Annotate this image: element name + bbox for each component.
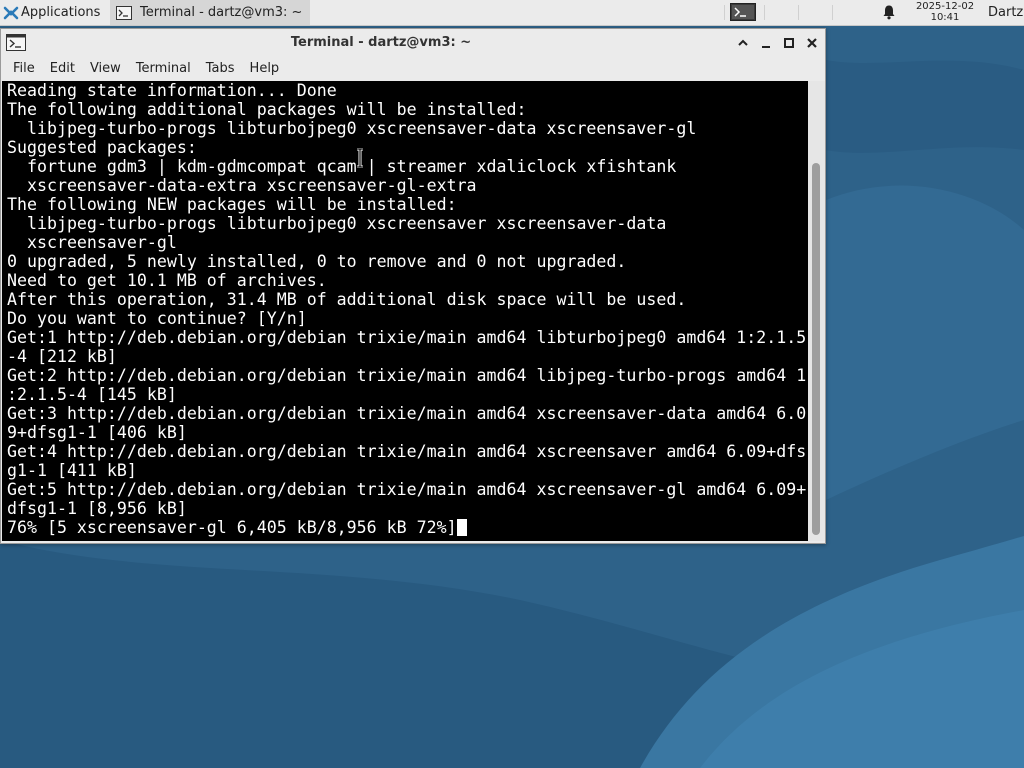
- user-menu-label[interactable]: Dartz: [988, 0, 1023, 25]
- terminal-line: Get:4 http://deb.debian.org/debian trixi…: [7, 442, 807, 461]
- terminal-text: Reading state information... Done The fo…: [2, 81, 808, 537]
- applications-icon: [3, 6, 19, 19]
- terminal-scrollbar[interactable]: [808, 81, 825, 541]
- terminal-line: Need to get 10.1 MB of archives.: [7, 271, 327, 290]
- window-title: Terminal - dartz@vm3: ~: [290, 35, 472, 50]
- panel-separator: [764, 5, 765, 20]
- terminal-line: libjpeg-turbo-progs libturbojpeg0 xscree…: [7, 214, 667, 233]
- applications-label: Applications: [21, 5, 101, 20]
- terminal-line: After this operation, 31.4 MB of additio…: [7, 290, 687, 309]
- maximize-icon[interactable]: [782, 36, 796, 50]
- top-panel: Applications Terminal - dartz@vm3: ~ 202…: [0, 0, 1024, 26]
- terminal-line: Reading state information... Done: [7, 81, 337, 100]
- terminal-icon: [116, 5, 132, 20]
- maximize-up-icon[interactable]: [736, 36, 750, 50]
- taskbar-terminal-label: Terminal - dartz@vm3: ~: [140, 5, 303, 20]
- menu-terminal[interactable]: Terminal: [124, 57, 198, 81]
- window-titlebar[interactable]: Terminal - dartz@vm3: ~: [1, 29, 825, 57]
- panel-separator: [724, 5, 725, 20]
- terminal-line: xscreensaver-gl: [7, 233, 177, 252]
- terminal-line: Get:3 http://deb.debian.org/debian trixi…: [7, 404, 807, 423]
- menu-view[interactable]: View: [78, 57, 128, 81]
- terminal-line: g1-1 [411 kB]: [7, 461, 137, 480]
- terminal-launcher-button[interactable]: [729, 2, 757, 22]
- terminal-window: Terminal - dartz@vm3: ~ File Edit View T…: [0, 28, 826, 544]
- terminal-line: Get:5 http://deb.debian.org/debian trixi…: [7, 480, 807, 499]
- terminal-progress-line: 76% [5 xscreensaver-gl 6,405 kB/8,956 kB…: [7, 518, 457, 537]
- applications-menu-button[interactable]: Applications: [0, 0, 100, 25]
- minimize-icon[interactable]: [759, 36, 773, 50]
- terminal-cursor: [456, 519, 467, 536]
- bell-icon[interactable]: [881, 4, 897, 20]
- menu-help[interactable]: Help: [238, 57, 287, 81]
- terminal-line: libjpeg-turbo-progs libturbojpeg0 xscree…: [7, 119, 697, 138]
- terminal-output[interactable]: Reading state information... Done The fo…: [2, 81, 808, 541]
- terminal-line: Suggested packages:: [7, 138, 197, 157]
- clock-date: 2025-12-02: [915, 1, 975, 12]
- terminal-line: Do you want to continue? [Y/n]: [7, 309, 307, 328]
- terminal-line: :2.1.5-4 [145 kB]: [7, 385, 177, 404]
- terminal-line: 9+dfsg1-1 [406 kB]: [7, 423, 187, 442]
- terminal-launcher-icon: [730, 3, 756, 21]
- taskbar-terminal-button[interactable]: Terminal - dartz@vm3: ~: [110, 0, 310, 25]
- terminal-line: The following NEW packages will be insta…: [7, 195, 457, 214]
- menu-edit[interactable]: Edit: [38, 57, 82, 81]
- panel-separator: [832, 5, 833, 20]
- terminal-line: 0 upgraded, 5 newly installed, 0 to remo…: [7, 252, 627, 271]
- menu-bar: File Edit View Terminal Tabs Help: [1, 57, 825, 81]
- terminal-line: xscreensaver-data-extra xscreensaver-gl-…: [7, 176, 477, 195]
- terminal-line: -4 [212 kB]: [7, 347, 117, 366]
- terminal-line: dfsg1-1 [8,956 kB]: [7, 499, 187, 518]
- menu-file[interactable]: File: [1, 57, 42, 81]
- menu-tabs[interactable]: Tabs: [194, 57, 242, 81]
- terminal-line: The following additional packages will b…: [7, 100, 527, 119]
- terminal-line: Get:2 http://deb.debian.org/debian trixi…: [7, 366, 807, 385]
- clock-time: 10:41: [930, 12, 960, 23]
- mouse-ibeam-icon: [357, 148, 363, 168]
- panel-clock[interactable]: 2025-12-02 10:41: [906, 1, 984, 24]
- close-icon[interactable]: [805, 36, 819, 50]
- scrollbar-thumb[interactable]: [812, 163, 820, 535]
- terminal-line: Get:1 http://deb.debian.org/debian trixi…: [7, 328, 807, 347]
- terminal-line: fortune gdm3 | kdm-gdmcompat qcam | stre…: [7, 157, 677, 176]
- panel-separator: [798, 5, 799, 20]
